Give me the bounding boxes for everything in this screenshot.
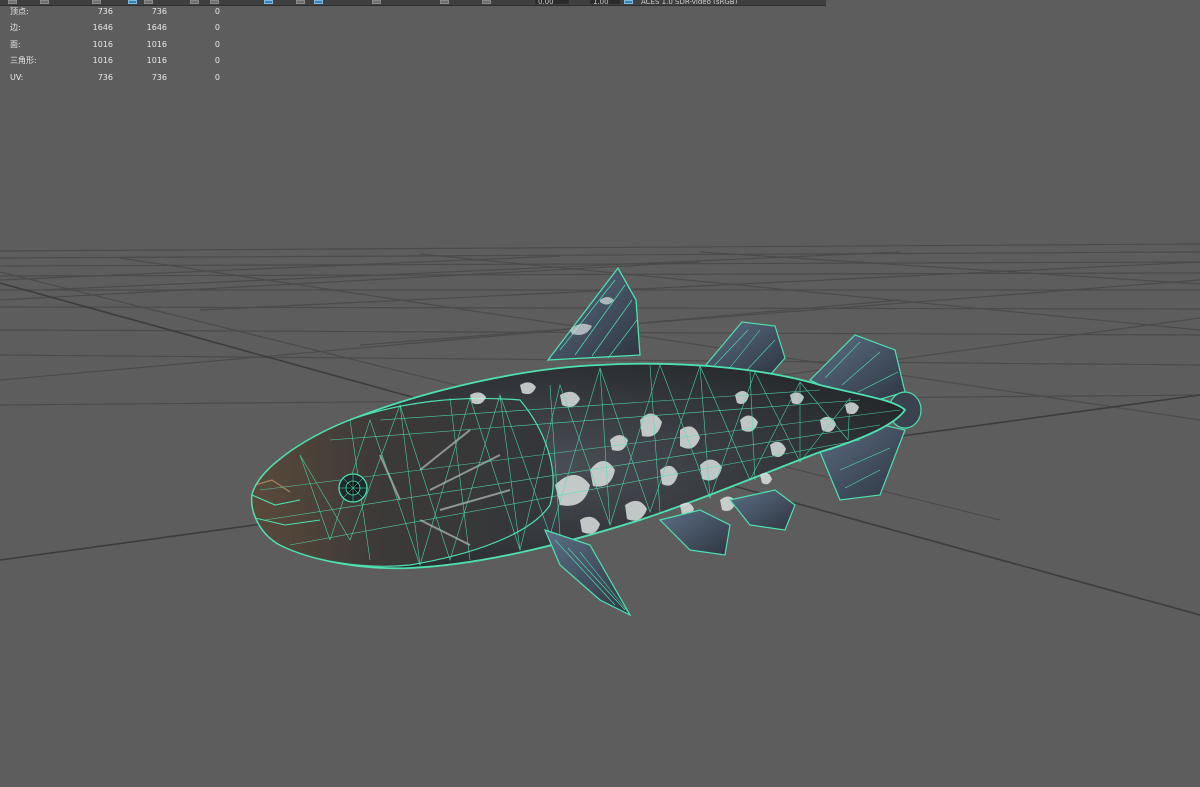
anal-fin [728, 489, 796, 531]
poly-count-hud: 顶点: 736 736 0 边: 1646 1646 0 面: 1016 101… [10, 4, 220, 86]
hud-row-vertices: 顶点: 736 736 0 [10, 4, 220, 20]
hud-value-total: 736 [151, 72, 167, 82]
hud-value-extra: 0 [214, 39, 220, 49]
hud-label: 顶点: [10, 7, 29, 16]
hud-label: 面: [10, 39, 21, 49]
hud-value-extra: 0 [214, 23, 220, 33]
hud-value-selected: 1016 [92, 56, 113, 66]
hud-row-faces: 面: 1016 1016 0 [10, 37, 220, 53]
hud-label: UV: [10, 72, 24, 82]
hud-row-triangles: 三角形: 1016 1016 0 [10, 53, 220, 69]
hud-value-selected: 736 [97, 72, 113, 82]
hud-label: 边: [10, 23, 21, 33]
hud-value-total: 736 [151, 7, 167, 16]
hud-value-total: 1016 [146, 39, 167, 49]
hud-value-total: 1646 [146, 23, 167, 33]
hud-value-total: 1016 [146, 56, 167, 66]
hud-value-extra: 0 [214, 56, 220, 66]
hud-row-uvs: UV: 736 736 0 [10, 70, 220, 86]
hud-label: 三角形: [10, 56, 37, 66]
hud-value-selected: 1016 [92, 39, 113, 49]
hud-row-edges: 边: 1646 1646 0 [10, 20, 220, 36]
hud-value-extra: 0 [214, 7, 220, 16]
pelvic-fin [658, 509, 731, 556]
hud-value-selected: 1646 [92, 23, 113, 33]
hud-value-extra: 0 [214, 72, 220, 82]
coelacanth-model[interactable] [250, 266, 922, 617]
hud-value-selected: 736 [97, 7, 113, 16]
viewport[interactable] [0, 0, 1200, 787]
dorsal-fin [546, 266, 641, 361]
